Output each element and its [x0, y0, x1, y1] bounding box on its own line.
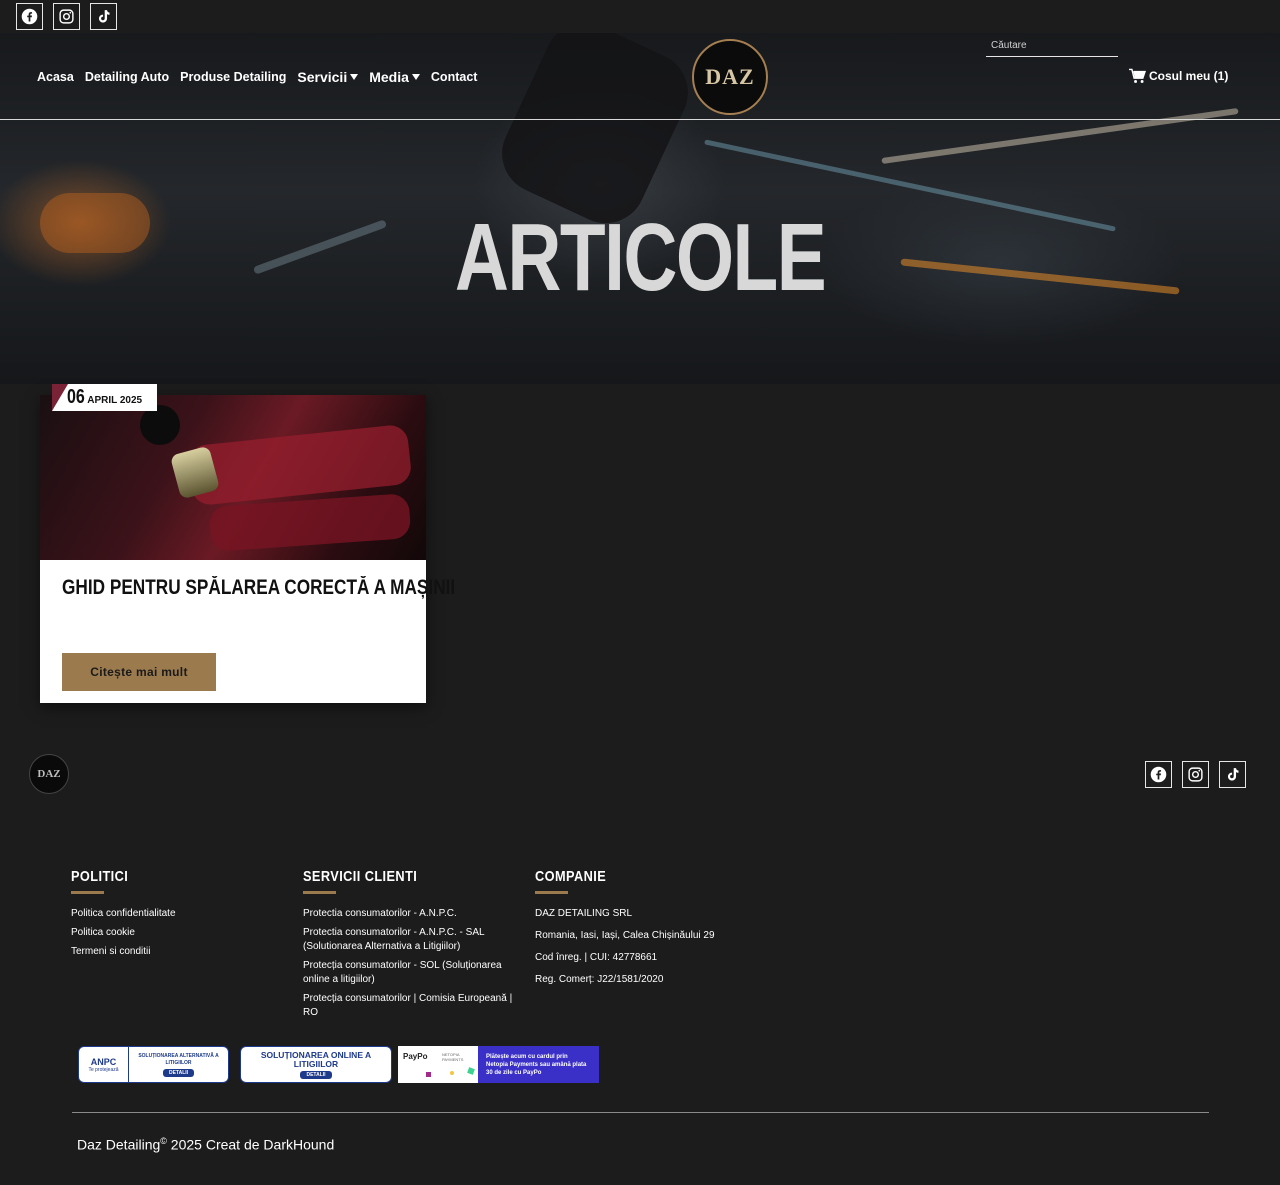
nav-item-produse-detailing[interactable]: Produse Detailing [180, 70, 286, 84]
footer-heading: COMPANIE [535, 868, 607, 885]
instagram-icon[interactable] [53, 3, 80, 30]
date-day: 06 [67, 386, 85, 408]
footer-facebook-icon[interactable] [1145, 761, 1172, 788]
nav-item-detailing-auto[interactable]: Detailing Auto [85, 70, 169, 84]
footer-heading: POLITICI [71, 868, 129, 885]
article-image[interactable] [40, 395, 426, 560]
badge-text: SOLUȚIONAREA ALTERNATIVĂ A LITIGIILOR [138, 1052, 219, 1066]
nav-label: Produse Detailing [180, 70, 287, 84]
confetti-shape [426, 1072, 431, 1077]
date-badge-corner [52, 384, 68, 411]
heading-underline [535, 891, 568, 894]
cart-link[interactable]: Cosul meu (1) [1128, 68, 1228, 84]
badge-details-pill: DETALII [300, 1070, 332, 1079]
footer-link[interactable]: Politica cookie [71, 926, 271, 940]
paypo-netopia-badge[interactable]: PayPo NETOPIA PAYMENTS Plătește acum cu … [398, 1046, 599, 1083]
nav-label: Servicii [297, 69, 348, 85]
copyright-rest: 2025 Creat de DarkHound [166, 1136, 335, 1153]
article-card[interactable]: GHID PENTRU SPĂLAREA CORECTĂ A MAȘINII C… [40, 395, 455, 703]
copyright-text: Daz Detailing© 2025 Creat de DarkHound [77, 1136, 334, 1153]
sol-text-block: SOLUȚIONAREA ONLINE A LITIGIILOR DETALII [241, 1047, 391, 1082]
company-address: Romania, Iasi, Iași, Calea Chișinăului 2… [535, 930, 715, 941]
footer-link[interactable]: Protecția consumatorilor | Comisia Europ… [303, 992, 515, 1020]
sol-badge[interactable]: SOLUȚIONAREA ONLINE A LITIGIILOR DETALII [240, 1046, 392, 1083]
badge-text: SOLUȚIONAREA ONLINE A LITIGIILOR [260, 1049, 372, 1069]
footer-instagram-icon[interactable] [1182, 761, 1209, 788]
article-title[interactable]: GHID PENTRU SPĂLAREA CORECTĂ A MAȘINII [62, 576, 455, 600]
footer-link[interactable]: Protectia consumatorilor - A.N.P.C. - SA… [303, 926, 515, 954]
nav-item-media[interactable]: Media [369, 69, 420, 85]
nav-label: Detailing Auto [84, 70, 170, 84]
nav-label: Media [369, 69, 409, 85]
footer-logo[interactable]: DAZ [29, 754, 69, 794]
footer-link[interactable]: Protecția consumatorilor - SOL (Soluțion… [303, 959, 515, 987]
facebook-icon[interactable] [16, 3, 43, 30]
glove-shape [140, 405, 180, 445]
caret-down-icon [350, 74, 359, 80]
caret-down-icon [411, 74, 420, 80]
heading-underline [71, 891, 104, 894]
confetti-shape [467, 1067, 475, 1075]
footer-heading: SERVICII CLIENTI [303, 868, 418, 885]
read-more-button[interactable]: Citește mai mult [62, 653, 216, 691]
nav-label: Acasa [37, 70, 74, 84]
seat-shape [208, 493, 412, 552]
hero-banner: Acasa Detailing Auto Produse Detailing S… [0, 33, 1280, 384]
footer-col-companie: COMPANIE DAZ DETAILING SRL Romania, Iasi… [535, 868, 755, 995]
nav-item-acasa[interactable]: Acasa [37, 70, 74, 84]
date-month-year: APRIL 2025 [87, 395, 143, 406]
seat-shape [187, 423, 413, 507]
nav-label: Contact [430, 70, 478, 84]
logo-text: DAZ [705, 64, 755, 89]
footer-divider [72, 1112, 1209, 1113]
anpc-sal-badge[interactable]: ANPC Te protejează SOLUȚIONAREA ALTERNAT… [78, 1046, 229, 1083]
heading-underline [303, 891, 336, 894]
site-logo[interactable]: DAZ [692, 39, 768, 115]
footer-logo-text: DAZ [37, 768, 61, 780]
company-name: DAZ DETAILING SRL [535, 908, 633, 919]
netopia-logo: NETOPIA PAYMENTS [442, 1052, 464, 1062]
nav-item-contact[interactable]: Contact [431, 70, 478, 84]
cart-label: Cosul meu (1) [1149, 69, 1229, 83]
footer-tiktok-icon[interactable] [1219, 761, 1246, 788]
footer-link[interactable]: Protectia consumatorilor - A.N.P.C. [303, 907, 515, 921]
paypo-logo: PayPo [403, 1052, 428, 1061]
paypo-netopia-logos: PayPo NETOPIA PAYMENTS [398, 1046, 478, 1083]
paypo-text-block: Plătește acum cu cardul prin Netopia Pay… [478, 1046, 599, 1083]
confetti-shape [450, 1071, 454, 1075]
nav-item-servicii[interactable]: Servicii [297, 69, 359, 85]
anpc-logo: ANPC Te protejează [79, 1047, 129, 1082]
search-box [986, 35, 1123, 57]
hero-light-blob [40, 193, 150, 253]
badge-details-pill: DETALII [162, 1068, 195, 1077]
main-nav: Acasa Detailing Auto Produse Detailing S… [37, 69, 477, 85]
top-social-bar [0, 0, 1280, 33]
copyright-brand: Daz Detailing [77, 1136, 161, 1153]
footer-col-politici: POLITICI Politica confidentialitate Poli… [71, 868, 271, 964]
copyright-symbol: © [160, 1136, 167, 1146]
anpc-sal-text-block: SOLUȚIONAREA ALTERNATIVĂ A LITIGIILOR DE… [129, 1053, 228, 1077]
anpc-logo-sub: Te protejează [88, 1066, 119, 1073]
anpc-logo-text: ANPC [90, 1056, 117, 1067]
footer-col-servicii: SERVICII CLIENTI Protectia consumatorilo… [303, 868, 515, 1025]
tiktok-icon[interactable] [90, 3, 117, 30]
footer-link[interactable]: Termeni si conditii [71, 945, 271, 959]
footer-link[interactable]: Politica confidentialitate [71, 907, 271, 921]
hero-light-streak [881, 107, 1239, 165]
company-reg: Reg. Comerț: J22/1581/2020 [535, 974, 664, 985]
page-title: ARTICOLE [454, 204, 827, 311]
nav-divider [0, 119, 1280, 120]
cart-icon [1129, 68, 1146, 83]
company-cui: Cod înreg. | CUI: 42778661 [535, 952, 658, 963]
badge-text: Plătește acum cu cardul prin Netopia Pay… [486, 1053, 587, 1076]
search-input[interactable] [986, 40, 1123, 51]
